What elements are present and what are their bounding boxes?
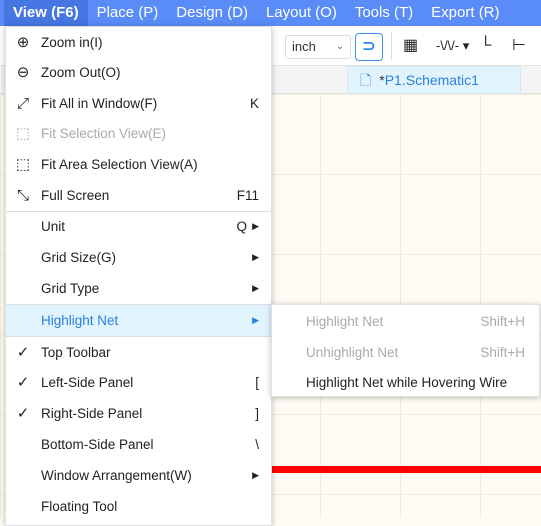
check-icon: ✓ bbox=[16, 405, 30, 422]
menu-item-label: Zoom in(I) bbox=[41, 35, 103, 50]
submenu-item-label: Unhighlight Net bbox=[306, 344, 399, 360]
menu-divider bbox=[6, 336, 271, 337]
menu-item-top-toolbar[interactable]: ✓ Top Toolbar bbox=[6, 337, 271, 368]
menu-item-bottom-side-panel[interactable]: Bottom-Side Panel \ bbox=[6, 429, 271, 460]
menu-item-fit-all-in-window-f[interactable]: ⤢ Fit All in Window(F) K bbox=[6, 88, 271, 119]
menu-view[interactable]: View (F6) bbox=[4, 0, 88, 26]
chevron-right-icon: ▶ bbox=[252, 252, 259, 262]
menu-item-label: Bottom-Side Panel bbox=[41, 437, 154, 452]
shortcut: F11 bbox=[236, 188, 259, 203]
netlabel-icon[interactable]: ⊢ bbox=[512, 34, 526, 58]
menu-item-fit-selection-view-e[interactable]: ⬚ Fit Selection View(E) bbox=[6, 118, 271, 149]
menu-design[interactable]: Design (D) bbox=[167, 0, 257, 26]
tab-label: P1.Schematic1 bbox=[384, 72, 479, 88]
submenu-item-highlight-net[interactable]: Highlight Net Shift+H bbox=[272, 306, 539, 337]
menu-item-grid-type[interactable]: Grid Type ▶ bbox=[6, 273, 271, 304]
check-icon: ✓ bbox=[16, 344, 30, 361]
menu-item-floating-tool[interactable]: Floating Tool bbox=[6, 491, 271, 522]
menu-divider bbox=[6, 211, 271, 212]
menu-item-zoom-out-o[interactable]: ⊖ Zoom Out(O) bbox=[6, 57, 271, 88]
menu-item-window-arrangement-w[interactable]: Window Arrangement(W) ▶ bbox=[6, 460, 271, 491]
chip-icon[interactable]: ▦ bbox=[403, 34, 418, 58]
menu-item-fit-area-selection-view-a[interactable]: ⬚ Fit Area Selection View(A) bbox=[6, 149, 271, 180]
menu-item-highlight-net[interactable]: Highlight Net ▶ bbox=[6, 305, 271, 336]
wire[interactable] bbox=[263, 466, 541, 473]
menu-divider bbox=[6, 304, 271, 305]
menu-item-left-side-panel[interactable]: ✓ Left-Side Panel [ bbox=[6, 367, 271, 398]
magnet-icon[interactable]: ⊃ bbox=[355, 33, 383, 61]
shortcut: [ bbox=[255, 375, 259, 390]
menu-item-label: Grid Type bbox=[41, 281, 100, 296]
chevron-right-icon: ▶ bbox=[252, 221, 259, 231]
shortcut: K bbox=[249, 96, 259, 111]
chevron-right-icon: ▶ bbox=[252, 470, 259, 480]
highlight-net-submenu: Highlight Net Shift+H Unhighlight Net Shift… bbox=[271, 304, 540, 397]
menu-item-grid-size-g[interactable]: Grid Size(G) ▶ bbox=[6, 242, 271, 273]
unit-select[interactable]: inch ⌄ bbox=[285, 35, 351, 59]
document-icon: 🗋 bbox=[360, 72, 372, 88]
shortcut: \ bbox=[255, 437, 259, 452]
toolbar-divider bbox=[391, 32, 392, 60]
shortcut: Shift+H bbox=[480, 314, 525, 329]
menu-layout[interactable]: Layout (O) bbox=[257, 0, 346, 26]
menu-item-unit[interactable]: Unit ▶ Q bbox=[6, 211, 271, 242]
menu-item-zoom-in-i[interactable]: ⊕ Zoom in(I) bbox=[6, 27, 271, 58]
menu-item-label: Fit Area Selection View(A) bbox=[41, 157, 198, 172]
check-icon: ✓ bbox=[16, 374, 30, 391]
menu-item-label: Left-Side Panel bbox=[41, 375, 134, 390]
menu-item-label: Full Screen bbox=[41, 188, 110, 203]
submenu-item-label: Highlight Net while Hovering Wire bbox=[306, 375, 508, 390]
submenu-item-label: Highlight Net bbox=[306, 314, 384, 329]
zoom-out-icon: ⊖ bbox=[16, 64, 30, 81]
chevron-right-icon: ▶ bbox=[252, 283, 259, 293]
menu-item-label: Zoom Out(O) bbox=[41, 65, 121, 80]
menu-item-label: Top Toolbar bbox=[41, 345, 111, 360]
menu-item-label: Highlight Net bbox=[41, 313, 119, 328]
menu-item-label: Fit All in Window(F) bbox=[41, 96, 158, 111]
menu-item-label: Window Arrangement(W) bbox=[41, 468, 192, 483]
shortcut: Q bbox=[236, 219, 247, 234]
fullscreen-icon: ⤡ bbox=[16, 187, 29, 204]
fit-selection-icon: ⬚ bbox=[15, 125, 31, 142]
zoom-in-icon: ⊕ bbox=[16, 34, 30, 51]
view-menu: ⊕ Zoom in(I) ⊖ Zoom Out(O) ⤢ Fit All in Windo… bbox=[5, 26, 272, 526]
shortcut: ] bbox=[255, 406, 259, 421]
menu-item-full-screen[interactable]: ⤡ Full Screen F11 bbox=[6, 180, 271, 211]
menu-export[interactable]: Export (R) bbox=[422, 0, 508, 26]
menu-bar: View (F6) Place (P) Design (D) Layout (O… bbox=[0, 0, 541, 26]
fit-all-icon: ⤢ bbox=[16, 95, 29, 112]
fit-area-icon: ⬚ bbox=[15, 156, 31, 173]
menu-item-label: Floating Tool bbox=[41, 499, 118, 514]
shortcut: Shift+H bbox=[480, 344, 525, 360]
menu-tools[interactable]: Tools (T) bbox=[346, 0, 422, 26]
resistor-icon[interactable]: -\/\/- ▾ bbox=[436, 34, 469, 58]
submenu-item-highlight-net-while-hovering-wire[interactable]: Highlight Net while Hovering Wire bbox=[272, 367, 539, 398]
chevron-right-icon: ▶ bbox=[252, 315, 259, 325]
tab-schematic[interactable]: 🗋 *P1.Schematic1 bbox=[347, 66, 521, 94]
submenu-item-unhighlight-net[interactable]: Unhighlight Net Shift+H bbox=[272, 337, 539, 368]
menu-place[interactable]: Place (P) bbox=[88, 0, 168, 26]
unit-value: inch bbox=[292, 39, 316, 54]
menu-item-right-side-panel[interactable]: ✓ Right-Side Panel] bbox=[6, 398, 271, 429]
menu-item-label: Grid Size(G) bbox=[41, 250, 117, 265]
menu-item-label: Right-Side Panel bbox=[41, 406, 143, 421]
wire-icon[interactable]: └ bbox=[480, 34, 491, 58]
menu-item-label: Unit bbox=[41, 219, 66, 234]
menu-item-label: Fit Selection View(E) bbox=[41, 126, 167, 141]
chevron-down-icon: ⌄ bbox=[335, 41, 344, 52]
